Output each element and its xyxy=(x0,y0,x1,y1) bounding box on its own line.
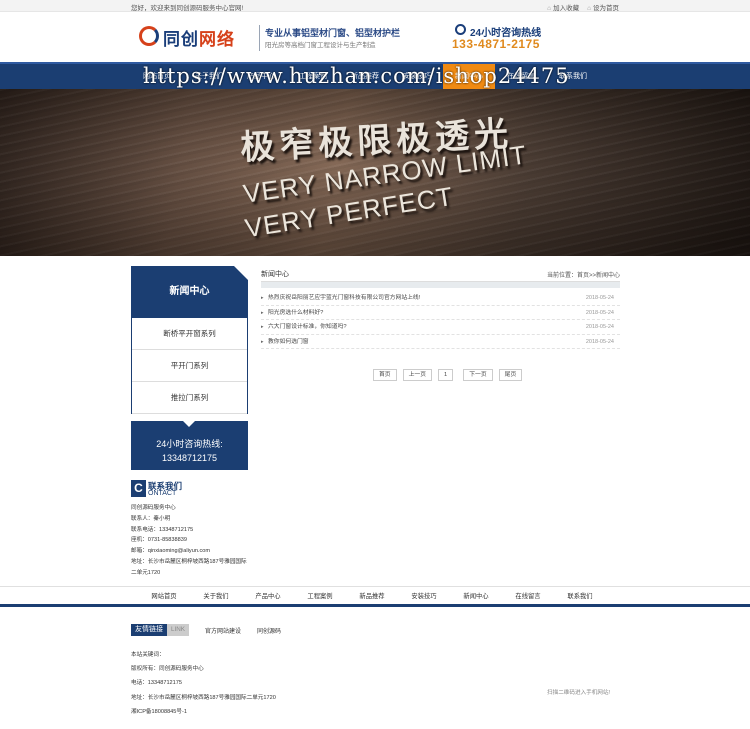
sidebar-hotline-label: 24小时咨询热线: xyxy=(156,439,223,449)
subtagline: 阳光房等高档门窗工程设计与生产制造 xyxy=(265,42,376,49)
footer-nav: 网站首页 关于我们 产品中心 工程案例 新品推荐 安装技巧 新闻中心 在线留言 联系我们 xyxy=(0,586,750,607)
content-divider-bar xyxy=(261,282,620,288)
footer-icp[interactable]: 湘ICP备18008845号-1 xyxy=(131,705,276,719)
footer-nav-list: 网站首页 关于我们 产品中心 工程案例 新品推荐 安装技巧 新闻中心 在线留言 联系我们 xyxy=(138,587,606,606)
pagination: 首页 上一页 1 下一页 尾页 xyxy=(373,369,523,381)
logo-text[interactable]: 同创网络 xyxy=(163,25,235,50)
contact-line: 二单元1720 xyxy=(131,569,161,576)
news-date: 2018-05-24 xyxy=(585,338,614,345)
welcome-text: 您好，欢迎来到同创源码服务中心官网! xyxy=(131,5,244,12)
sidebar-item[interactable]: 平开门系列 xyxy=(132,350,247,382)
footer-info: 本站关键词： 版权所有：同创源码服务中心 电话：13348712175 地址：长… xyxy=(131,648,276,719)
sidebar-hotline-number: 13348712175 xyxy=(161,453,218,463)
top-links: ⌂ 加入收藏 ⌂ 设为首页 xyxy=(547,2,619,12)
footer-phone: 电话：13348712175 xyxy=(131,680,183,687)
add-favorite-link[interactable]: ⌂ 加入收藏 xyxy=(547,2,579,12)
footer-nav-item[interactable]: 工程案例 xyxy=(294,587,346,606)
logo-text-b: 网络 xyxy=(199,30,235,49)
contact-line: 座机：0731-85838839 xyxy=(131,537,187,544)
sidebar-item[interactable]: 推拉门系列 xyxy=(132,382,247,414)
news-date: 2018-05-24 xyxy=(585,295,614,301)
last-page-button[interactable]: 尾页 xyxy=(498,369,523,381)
add-favorite-label: 加入收藏 xyxy=(553,5,580,12)
contact-line: 联系电话：13348712175 xyxy=(131,526,194,533)
first-page-button[interactable]: 首页 xyxy=(373,369,397,381)
footer-nav-item[interactable]: 安装技巧 xyxy=(398,587,450,606)
watermark-url: https://www.huzhan.com/ishop24475 xyxy=(143,64,570,88)
set-home-link[interactable]: ⌂ 设为首页 xyxy=(587,2,619,12)
phone-icon xyxy=(455,24,466,35)
news-date: 2018-05-24 xyxy=(585,309,614,316)
content-title: 新闻中心 xyxy=(261,271,289,278)
contact-icon: C xyxy=(131,480,146,497)
news-title[interactable]: 热烈庆祝岳阳丽艺应宇蓝光门窗科技有限公司官方网站上线! xyxy=(268,295,420,301)
sidebar-hotline: 24小时咨询热线: 13348712175 xyxy=(131,421,248,470)
news-list: 热烈庆祝岳阳丽艺应宇蓝光门窗科技有限公司官方网站上线! 2018-05-24 阳光… xyxy=(261,291,620,350)
footer-nav-item[interactable]: 联系我们 xyxy=(554,587,606,606)
home-icon: ⌂ xyxy=(587,5,591,12)
news-title[interactable]: 阳光房选什么材料好? xyxy=(268,310,323,316)
contact-subtitle: ONTACT xyxy=(148,490,177,497)
news-item[interactable]: 阳光房选什么材料好? 2018-05-24 xyxy=(261,306,620,321)
contact-heading: C 联系我们 ONTACT xyxy=(131,480,248,498)
footer-nav-item[interactable]: 新闻中心 xyxy=(450,587,502,606)
friend-link[interactable]: 同创源码 xyxy=(257,626,281,635)
footer-nav-item[interactable]: 网站首页 xyxy=(138,587,190,606)
news-date: 2018-05-24 xyxy=(585,324,614,331)
contact-line: 联系人：秦小明 xyxy=(131,515,171,522)
footer-nav-item[interactable]: 关于我们 xyxy=(190,587,242,606)
contact-details: 同创源码服务中心 联系人：秦小明 联系电话：13348712175 座机：073… xyxy=(131,503,251,579)
sidebar-item[interactable]: 断桥平开窗系列 xyxy=(132,318,247,350)
header-divider xyxy=(259,25,260,51)
breadcrumb[interactable]: 当前位置：首页>>新闻中心 xyxy=(547,270,620,279)
contact-line: 同创源码服务中心 xyxy=(131,505,176,511)
footer-nav-item[interactable]: 产品中心 xyxy=(242,587,294,606)
home-icon: ⌂ xyxy=(547,5,552,12)
current-page[interactable]: 1 xyxy=(438,369,454,381)
tagline: 专业从事铝型材门窗、铝型材护栏 xyxy=(265,28,401,38)
sidebar-menu: 断桥平开窗系列 平开门系列 推拉门系列 xyxy=(131,318,248,414)
top-strip: 您好，欢迎来到同创源码服务中心官网! ⌂ 加入收藏 ⌂ 设为首页 xyxy=(0,0,750,12)
set-home-label: 设为首页 xyxy=(593,5,619,12)
friend-links-label: 友情链接 xyxy=(131,624,167,636)
footer-address: 地址：长沙市岳麓区桐梓坡西路187号雅园国际二单元1720 xyxy=(131,694,276,701)
contact-line: 地址：长沙市岳麓区桐梓坡西路187号雅园国际 xyxy=(131,558,247,565)
hero-banner: 极窄极限极透光 VERY NARROW LIMIT VERY PERFECT xyxy=(0,89,750,256)
qr-hint: 扫描二维码进入手机网站! xyxy=(547,690,611,696)
logo-icon[interactable] xyxy=(139,26,159,46)
news-title[interactable]: 教你如何选门窗 xyxy=(268,339,309,345)
next-page-button[interactable]: 下一页 xyxy=(463,369,493,381)
news-item[interactable]: 热烈庆祝岳阳丽艺应宇蓝光门窗科技有限公司官方网站上线! 2018-05-24 xyxy=(261,291,620,306)
sidebar-title: 新闻中心 xyxy=(131,266,248,318)
friend-links: 友情链接 LINK 官方网站建设 同创源码 xyxy=(131,624,281,636)
content-header: 新闻中心 当前位置：首页>>新闻中心 xyxy=(261,266,620,282)
logo-text-a: 同创 xyxy=(163,30,199,49)
hotline-number: 133-4871-2175 xyxy=(452,37,540,51)
site-footer: 友情链接 LINK 官方网站建设 同创源码 本站关键词： 版权所有：同创源码服务… xyxy=(0,610,750,729)
news-title[interactable]: 六大门窗设计标准，你知道吗? xyxy=(268,324,347,330)
contact-line: 邮箱：qinxiaoming@aliyun.com xyxy=(131,548,211,555)
footer-copyright: 版权所有：同创源码服务中心 xyxy=(131,666,204,673)
footer-nav-item[interactable]: 新品推荐 xyxy=(346,587,398,606)
footer-nav-item[interactable]: 在线留言 xyxy=(502,587,554,606)
friend-links-label-en: LINK xyxy=(167,624,189,636)
prev-page-button[interactable]: 上一页 xyxy=(402,369,433,381)
friend-link[interactable]: 官方网站建设 xyxy=(205,626,241,635)
news-item[interactable]: 教你如何选门窗 2018-05-24 xyxy=(261,335,620,350)
footer-keywords: 本站关键词： xyxy=(131,652,165,658)
site-header: 同创网络 专业从事铝型材门窗、铝型材护栏 阳光房等高档门窗工程设计与生产制造 2… xyxy=(0,12,750,62)
news-item[interactable]: 六大门窗设计标准，你知道吗? 2018-05-24 xyxy=(261,320,620,335)
